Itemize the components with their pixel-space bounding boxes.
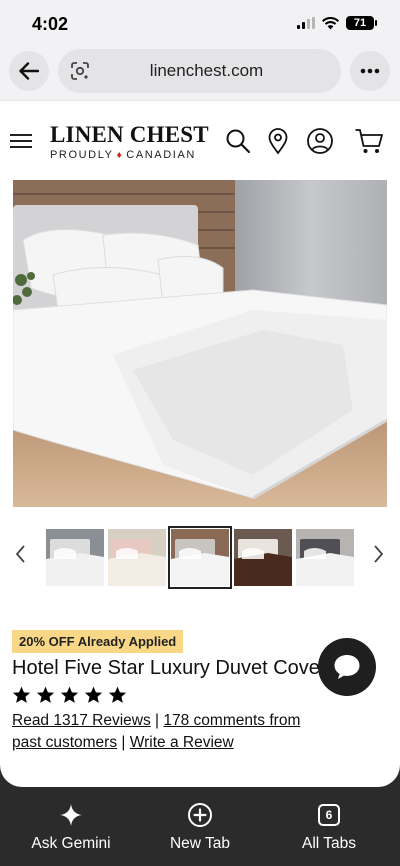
write-review-link[interactable]: Write a Review (130, 734, 234, 751)
chat-bubble-icon (334, 655, 360, 679)
plus-circle-icon (188, 803, 212, 827)
tab-count-icon: 6 (318, 804, 340, 826)
chat-button[interactable] (318, 638, 376, 696)
logo-tagline-left: PROUDLY (50, 149, 114, 161)
star-icon (108, 686, 127, 703)
all-tabs-button[interactable]: 6 All Tabs (274, 801, 384, 853)
more-options-icon (360, 68, 380, 74)
discount-badge: 20% OFF Already Applied (12, 630, 184, 653)
ask-gemini-label: Ask Gemini (31, 835, 111, 852)
store-locator-icon[interactable] (264, 127, 292, 155)
star-rating[interactable] (12, 686, 127, 704)
new-tab-label: New Tab (169, 835, 231, 852)
wifi-icon (322, 16, 339, 29)
browser-bottom-toolbar: Ask Gemini New Tab 6 All Tabs (0, 787, 400, 866)
browser-menu-button[interactable] (350, 51, 390, 91)
image-thumbnail-strip (0, 526, 400, 589)
gemini-sparkle-icon (60, 804, 82, 826)
link-separator: | (121, 734, 126, 751)
star-icon (36, 686, 55, 703)
product-title: Hotel Five Star Luxury Duvet Cover (12, 657, 327, 679)
product-thumbnail-white-bedding[interactable] (46, 529, 104, 586)
url-text: linenchest.com (149, 61, 264, 80)
battery-icon: 71 (346, 16, 377, 30)
google-lens-icon[interactable] (70, 61, 90, 81)
link-separator: | (155, 712, 160, 729)
hamburger-menu-icon[interactable] (10, 134, 32, 150)
logo-tagline-right: CANADIAN (126, 149, 196, 161)
star-icon (84, 686, 103, 703)
logo-wordmark: LINEN CHEST (50, 122, 209, 147)
site-logo[interactable]: LINEN CHEST PROUDLY ♦ CANADIAN (50, 122, 210, 162)
shopping-cart-icon[interactable] (354, 127, 384, 155)
site-header: LINEN CHEST PROUDLY ♦ CANADIAN (0, 100, 400, 180)
product-thumbnail-cream-bedding[interactable] (108, 529, 166, 586)
arrow-left-icon (19, 62, 39, 80)
chevron-left-icon[interactable] (13, 544, 29, 564)
product-main-image[interactable] (13, 180, 387, 507)
cellular-signal-icon (297, 17, 315, 29)
status-bar: 4:02 71 (0, 0, 400, 48)
maple-leaf-icon: ♦ (116, 149, 124, 161)
address-bar[interactable]: linenchest.com (58, 49, 341, 93)
review-links: Read 1317 Reviews | 178 comments from pa… (12, 710, 332, 754)
browser-toolbar: linenchest.com (0, 48, 400, 100)
search-icon[interactable] (224, 127, 252, 155)
star-icon (12, 686, 31, 703)
status-time: 4:02 (32, 14, 69, 34)
product-thumbnail-grey-bedding[interactable] (296, 529, 354, 586)
ask-gemini-button[interactable]: Ask Gemini (16, 801, 126, 853)
star-icon (60, 686, 79, 703)
account-icon[interactable] (306, 127, 334, 155)
status-icons: 71 (297, 16, 377, 30)
read-reviews-link[interactable]: Read 1317 Reviews (12, 712, 151, 729)
new-tab-button[interactable]: New Tab (145, 801, 255, 853)
logo-tagline: PROUDLY ♦ CANADIAN (50, 149, 210, 161)
web-page: LINEN CHEST PROUDLY ♦ CANADIAN 20% OFF A… (0, 100, 400, 787)
all-tabs-label: All Tabs (302, 835, 356, 852)
chevron-right-icon[interactable] (370, 544, 386, 564)
product-thumbnail-brown-bedding[interactable] (234, 529, 292, 586)
back-button[interactable] (9, 51, 49, 91)
product-thumbnail-white-hotel-bedding[interactable] (168, 526, 232, 589)
